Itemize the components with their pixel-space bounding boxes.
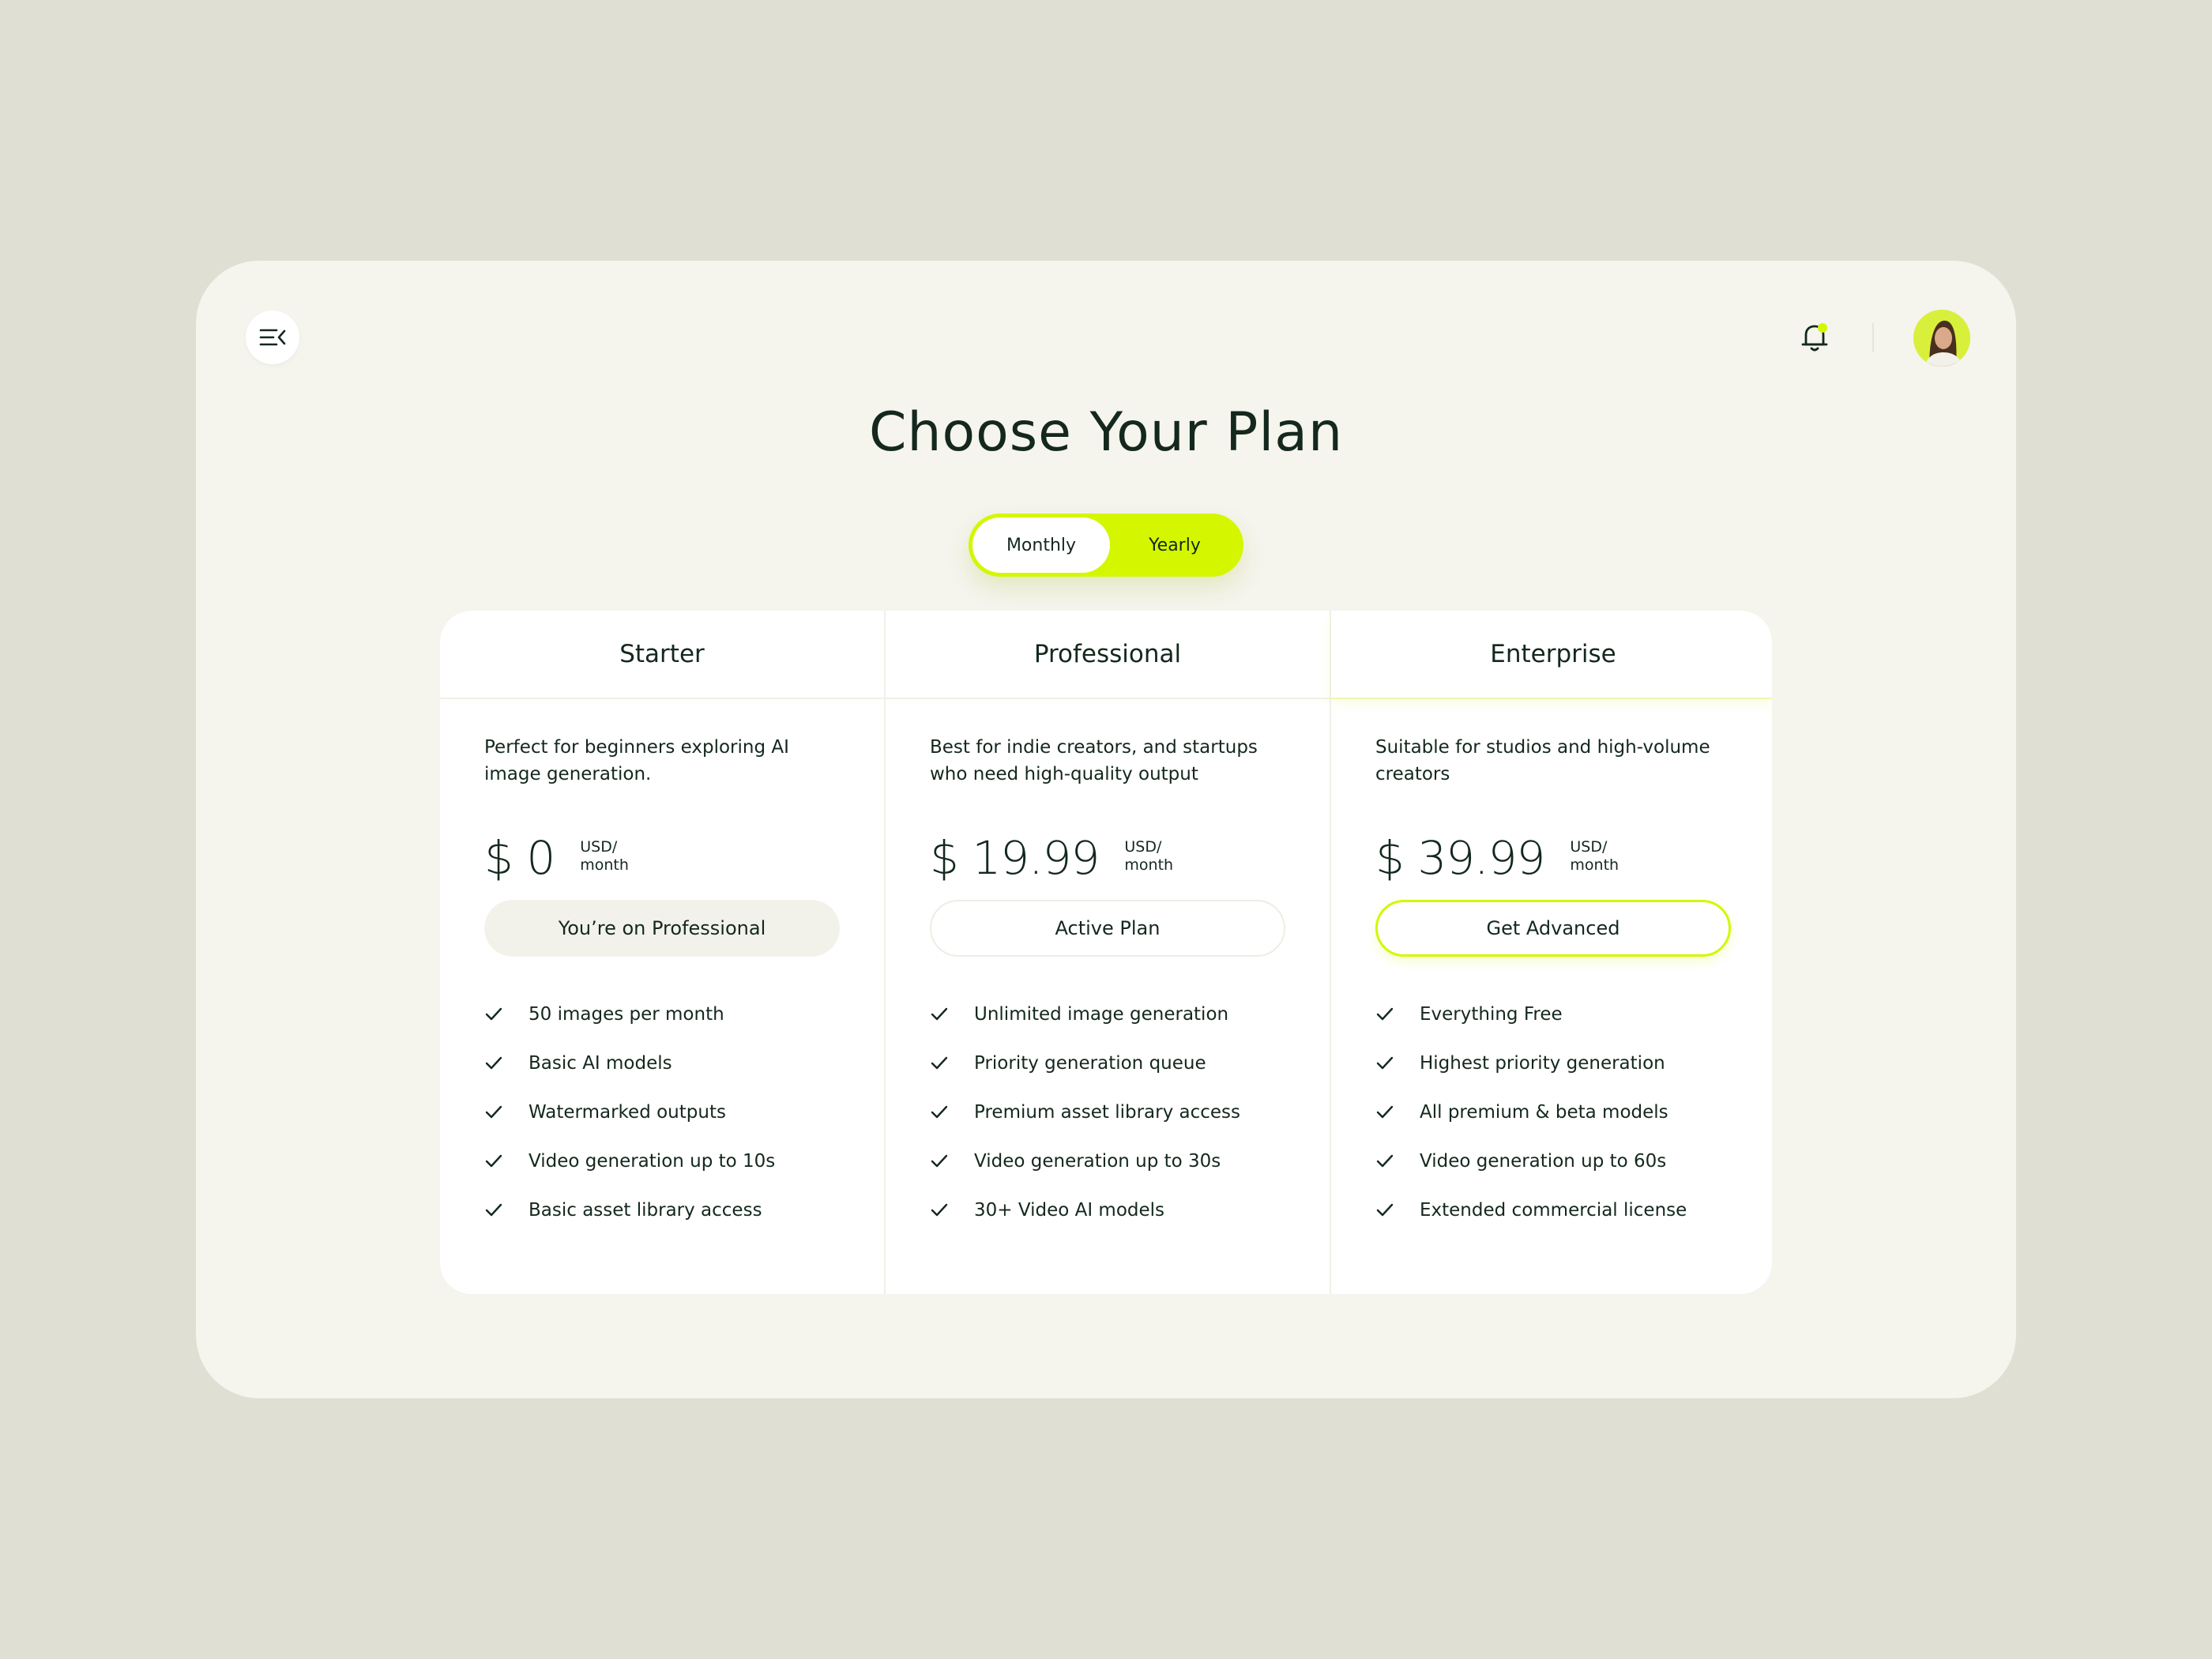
- feature-label: Highest priority generation: [1420, 1053, 1665, 1074]
- app-window: Choose Your Plan Monthly Yearly Starter …: [196, 261, 2016, 1398]
- plan-price: $ 19.99: [930, 831, 1100, 885]
- feature-item: Basic asset library access: [484, 1186, 840, 1235]
- feature-label: 50 images per month: [529, 1004, 724, 1025]
- price-currency: USD/: [580, 838, 618, 856]
- check-icon: [1375, 1005, 1394, 1024]
- price-period: month: [1124, 856, 1174, 874]
- feature-item: Video generation up to 60s: [1375, 1137, 1731, 1186]
- billing-toggle[interactable]: Monthly Yearly: [969, 514, 1243, 577]
- plan-name: Professional: [886, 611, 1330, 699]
- feature-label: Video generation up to 60s: [1420, 1151, 1667, 1172]
- page-title: Choose Your Plan: [868, 401, 1344, 464]
- plan-description: Best for indie creators, and startups wh…: [930, 737, 1258, 784]
- plan-price: $ 39.99: [1375, 831, 1545, 885]
- user-avatar-image: [1913, 310, 1970, 367]
- plan-professional: Professional Best for indie creators, an…: [884, 611, 1330, 1294]
- feature-item: Basic AI models: [484, 1039, 840, 1088]
- feature-label: Everything Free: [1420, 1004, 1563, 1025]
- feature-list: Unlimited image generation Priority gene…: [930, 990, 1285, 1235]
- feature-item: Premium asset library access: [930, 1088, 1285, 1137]
- notification-dot: [1818, 323, 1827, 333]
- bell-icon: [1801, 323, 1828, 352]
- feature-item: 50 images per month: [484, 990, 840, 1039]
- plan-description: Suitable for studios and high-volume cre…: [1375, 737, 1710, 784]
- feature-item: Video generation up to 10s: [484, 1137, 840, 1186]
- check-icon: [484, 1054, 503, 1073]
- price-row: $ 0 USD/ month: [484, 819, 840, 884]
- plan-starter: Starter Perfect for beginners exploring …: [440, 611, 884, 1294]
- price-unit: USD/ month: [580, 838, 629, 875]
- feature-list: 50 images per month Basic AI models Wate…: [484, 990, 840, 1235]
- price-currency: USD/: [1570, 838, 1608, 856]
- feature-item: Extended commercial license: [1375, 1186, 1731, 1235]
- header-divider: [1872, 323, 1874, 352]
- feature-label: Priority generation queue: [974, 1053, 1206, 1074]
- feature-item: 30+ Video AI models: [930, 1186, 1285, 1235]
- plan-price: $ 0: [484, 831, 555, 885]
- check-icon: [1375, 1152, 1394, 1171]
- feature-label: 30+ Video AI models: [974, 1200, 1165, 1221]
- price-period: month: [580, 856, 629, 874]
- active-plan-button[interactable]: Active Plan: [930, 900, 1285, 957]
- check-icon: [930, 1103, 949, 1122]
- price-period: month: [1570, 856, 1620, 874]
- check-icon: [484, 1201, 503, 1220]
- feature-label: Unlimited image generation: [974, 1004, 1229, 1025]
- feature-label: Basic asset library access: [529, 1200, 762, 1221]
- feature-item: Video generation up to 30s: [930, 1137, 1285, 1186]
- menu-button[interactable]: [246, 310, 299, 364]
- plan-description: Perfect for beginners exploring AI image…: [484, 737, 789, 784]
- plan-name: Starter: [440, 611, 884, 699]
- price-currency: USD/: [1124, 838, 1162, 856]
- feature-label: Watermarked outputs: [529, 1102, 726, 1123]
- check-icon: [1375, 1054, 1394, 1073]
- check-icon: [1375, 1201, 1394, 1220]
- avatar[interactable]: [1913, 310, 1970, 367]
- check-icon: [930, 1005, 949, 1024]
- check-icon: [930, 1152, 949, 1171]
- feature-label: Extended commercial license: [1420, 1200, 1687, 1221]
- check-icon: [484, 1152, 503, 1171]
- feature-item: Everything Free: [1375, 990, 1731, 1039]
- feature-label: Premium asset library access: [974, 1102, 1241, 1123]
- toggle-monthly[interactable]: Monthly: [972, 517, 1110, 573]
- feature-label: All premium & beta models: [1420, 1102, 1668, 1123]
- feature-item: Highest priority generation: [1375, 1039, 1731, 1088]
- plan-enterprise: Enterprise Suitable for studios and high…: [1330, 611, 1772, 1294]
- feature-list: Everything Free Highest priority generat…: [1375, 990, 1731, 1235]
- feature-label: Basic AI models: [529, 1053, 672, 1074]
- check-icon: [1375, 1103, 1394, 1122]
- menu-collapse-icon: [259, 329, 286, 346]
- price-unit: USD/ month: [1124, 838, 1173, 875]
- pricing-table: Starter Perfect for beginners exploring …: [440, 611, 1772, 1294]
- check-icon: [484, 1103, 503, 1122]
- price-row: $ 19.99 USD/ month: [930, 819, 1285, 884]
- feature-label: Video generation up to 30s: [974, 1151, 1221, 1172]
- feature-item: Unlimited image generation: [930, 990, 1285, 1039]
- check-icon: [484, 1005, 503, 1024]
- feature-item: Priority generation queue: [930, 1039, 1285, 1088]
- toggle-yearly[interactable]: Yearly: [1110, 517, 1240, 573]
- feature-label: Video generation up to 10s: [529, 1151, 776, 1172]
- feature-item: Watermarked outputs: [484, 1088, 840, 1137]
- plan-name: Enterprise: [1331, 611, 1772, 699]
- feature-item: All premium & beta models: [1375, 1088, 1731, 1137]
- notifications-button[interactable]: [1793, 315, 1837, 359]
- get-advanced-button[interactable]: Get Advanced: [1375, 900, 1731, 957]
- check-icon: [930, 1201, 949, 1220]
- price-unit: USD/ month: [1570, 838, 1619, 875]
- check-icon: [930, 1054, 949, 1073]
- price-row: $ 39.99 USD/ month: [1375, 819, 1731, 884]
- current-plan-button[interactable]: You’re on Professional: [484, 900, 840, 957]
